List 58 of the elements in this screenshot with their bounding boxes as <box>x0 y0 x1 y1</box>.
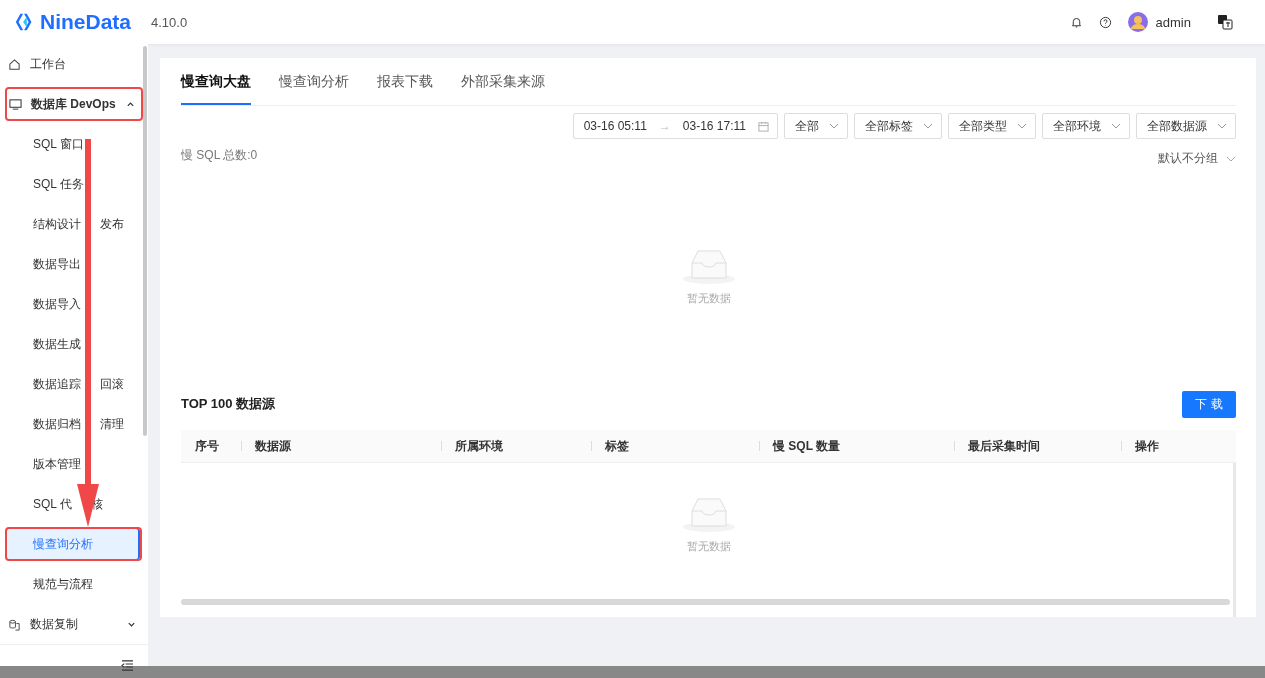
tab[interactable]: 报表下载 <box>377 58 433 105</box>
menu-item[interactable]: 数据导入 <box>0 284 148 324</box>
filter-select[interactable]: 全部类型 <box>948 113 1036 139</box>
date-range-picker[interactable]: 03-16 05:11 → 03-16 17:11 <box>572 113 778 139</box>
collapse-sidebar-icon[interactable] <box>121 659 134 671</box>
menu-item[interactable]: 版本管理 <box>0 444 148 484</box>
help-icon[interactable] <box>1098 15 1112 29</box>
avatar-icon[interactable] <box>1127 12 1148 32</box>
column-header: 数据源 <box>241 430 441 462</box>
horizontal-scrollbar[interactable] <box>181 599 1230 605</box>
tab[interactable]: 慢查询分析 <box>279 58 349 105</box>
version-label: 4.10.0 <box>151 14 188 30</box>
menu-item[interactable]: 工作台 <box>0 44 148 84</box>
chevron-down-icon <box>1217 121 1227 131</box>
column-header: 标签 <box>591 430 759 462</box>
chevron-down-icon <box>1017 121 1027 131</box>
filter-select[interactable]: 全部环境 <box>1042 113 1130 139</box>
menu-item[interactable]: 数据生成 <box>0 324 148 364</box>
table-title: TOP 100 数据源 <box>181 395 276 413</box>
home-icon <box>8 57 21 71</box>
translate-icon[interactable] <box>1217 14 1233 30</box>
menu-item[interactable]: 数据归档 清理 <box>0 404 148 444</box>
menu-item[interactable]: 数据复制 <box>0 604 148 644</box>
grouping-select[interactable]: 默认不分组 <box>1158 150 1236 167</box>
tab[interactable]: 外部采集来源 <box>461 58 545 105</box>
menu-item[interactable]: SQL 窗口 <box>0 124 148 164</box>
column-header: 操作 <box>1121 430 1201 462</box>
calendar-icon <box>758 120 769 132</box>
monitor-icon <box>9 97 22 111</box>
menu-item[interactable]: 数据库 DevOps <box>5 87 143 121</box>
column-header: 所属环境 <box>441 430 591 462</box>
menu-item[interactable]: 结构设计 发布 <box>0 204 148 244</box>
filter-select[interactable]: 全部 <box>784 113 848 139</box>
column-header: 序号 <box>194 437 220 455</box>
download-button[interactable]: 下 载 <box>1182 390 1236 418</box>
menu-item[interactable]: 慢查询分析 <box>5 527 142 561</box>
slow-sql-total: 慢 SQL 总数:0 <box>181 147 258 164</box>
user-name[interactable]: admin <box>1155 14 1191 30</box>
menu-item[interactable]: 数据追踪 回滚 <box>0 364 148 404</box>
empty-inbox-icon <box>681 249 736 285</box>
chevron-down-icon <box>829 121 839 131</box>
chevron-down-icon <box>923 121 933 131</box>
brand-name: NineData <box>40 10 132 34</box>
filter-select[interactable]: 全部标签 <box>854 113 942 139</box>
empty-text: 暂无数据 <box>686 291 731 306</box>
filter-select[interactable]: 全部数据源 <box>1136 113 1236 139</box>
menu-item[interactable]: SQL 任务 <box>0 164 148 204</box>
menu-item[interactable]: 数据导出 <box>0 244 148 284</box>
tab[interactable]: 慢查询大盘 <box>181 58 251 105</box>
collapse-caret-icon <box>126 99 135 109</box>
empty-text: 暂无数据 <box>686 539 731 554</box>
bell-icon[interactable] <box>1069 15 1083 29</box>
chevron-down-icon <box>1111 121 1121 131</box>
menu-item[interactable]: 规范与流程 <box>0 564 148 604</box>
column-header: 慢 SQL 数量 <box>759 430 954 462</box>
database-copy-icon <box>8 617 21 631</box>
empty-inbox-icon <box>681 497 736 533</box>
column-header: 最后采集时间 <box>954 430 1121 462</box>
